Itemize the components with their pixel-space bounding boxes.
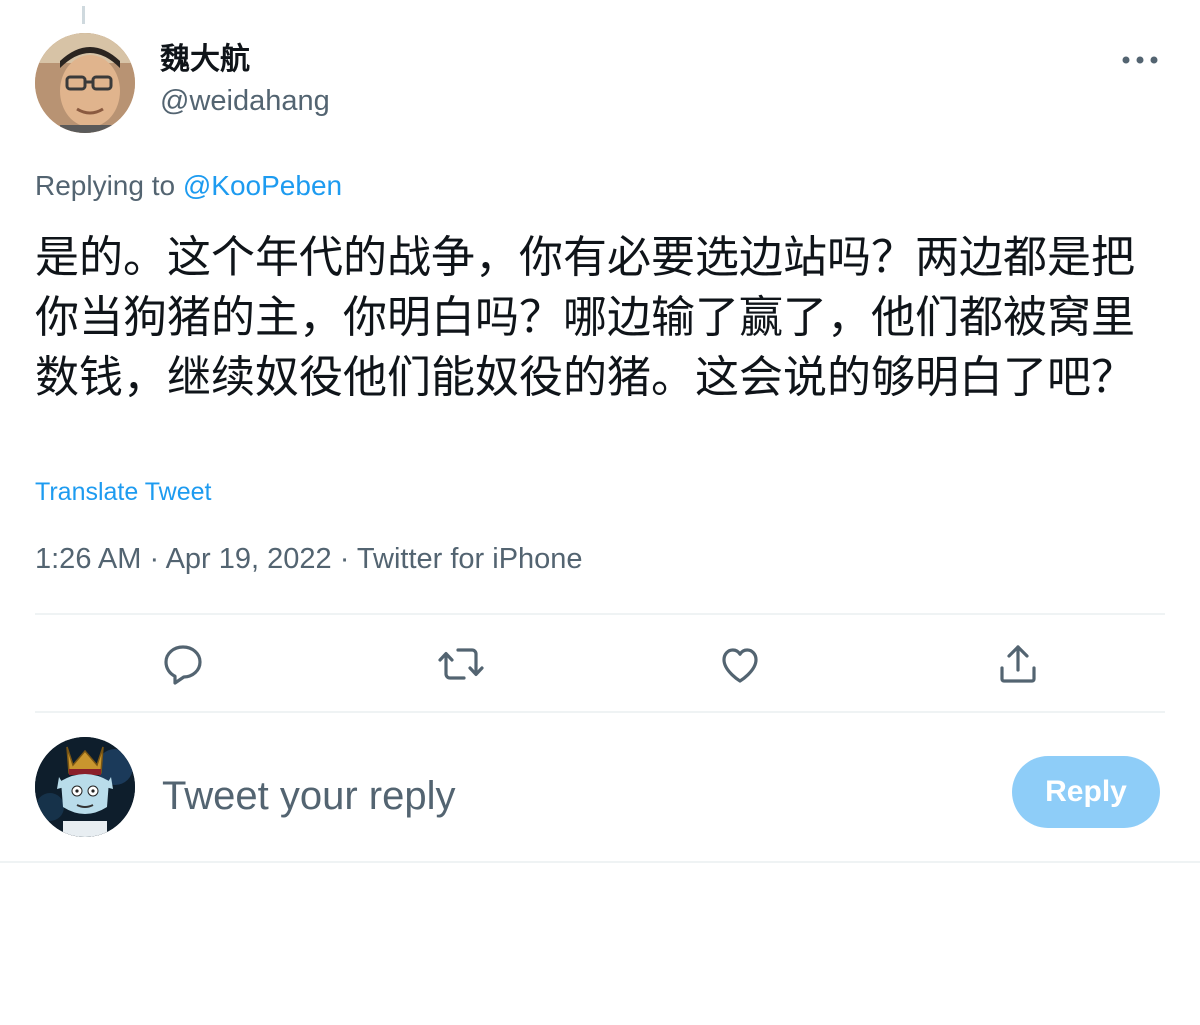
reply-button[interactable]: Reply [1012,756,1160,828]
tweet-meta: 1:26 AM · Apr 19, 2022 · Twitter for iPh… [35,540,583,578]
tweet-source[interactable]: Twitter for iPhone [357,543,583,575]
author-handle[interactable]: @weidahang [160,82,330,120]
share-icon [1000,645,1036,683]
translate-tweet-link[interactable]: Translate Tweet [35,476,211,508]
heart-icon [722,648,758,683]
replying-to-line: Replying to @KooPeben [35,168,342,204]
author-display-name[interactable]: 魏大航 [160,40,250,80]
meta-separator: · [141,543,166,575]
like-action-button[interactable] [716,640,764,688]
more-options-button[interactable] [1118,44,1162,76]
reply-action-button[interactable] [159,640,207,688]
divider [0,861,1200,863]
reply-input[interactable] [162,770,982,822]
author-avatar-image [35,33,135,133]
retweet-icon [438,648,484,680]
author-avatar[interactable] [35,33,135,133]
tweet-text: 是的。这个年代的战争，你有必要选边站吗？两边都是把你当狗猪的主，你明白吗？哪边输… [35,232,1135,403]
replying-to-mention-link[interactable]: @KooPeben [183,170,342,201]
replying-to-prefix: Replying to [35,170,176,201]
retweet-action-button[interactable] [437,640,485,688]
share-action-button[interactable] [994,640,1042,688]
tweet-date[interactable]: Apr 19, 2022 [166,543,332,575]
divider [35,613,1165,615]
reply-bubble-icon [164,645,202,685]
meta-separator: · [331,543,357,575]
user-avatar-image [35,737,135,837]
thread-connector-line [82,6,85,24]
tweet-time[interactable]: 1:26 AM [35,543,141,575]
more-horizontal-icon [1122,56,1158,64]
divider [35,711,1165,713]
user-avatar[interactable] [35,737,135,837]
